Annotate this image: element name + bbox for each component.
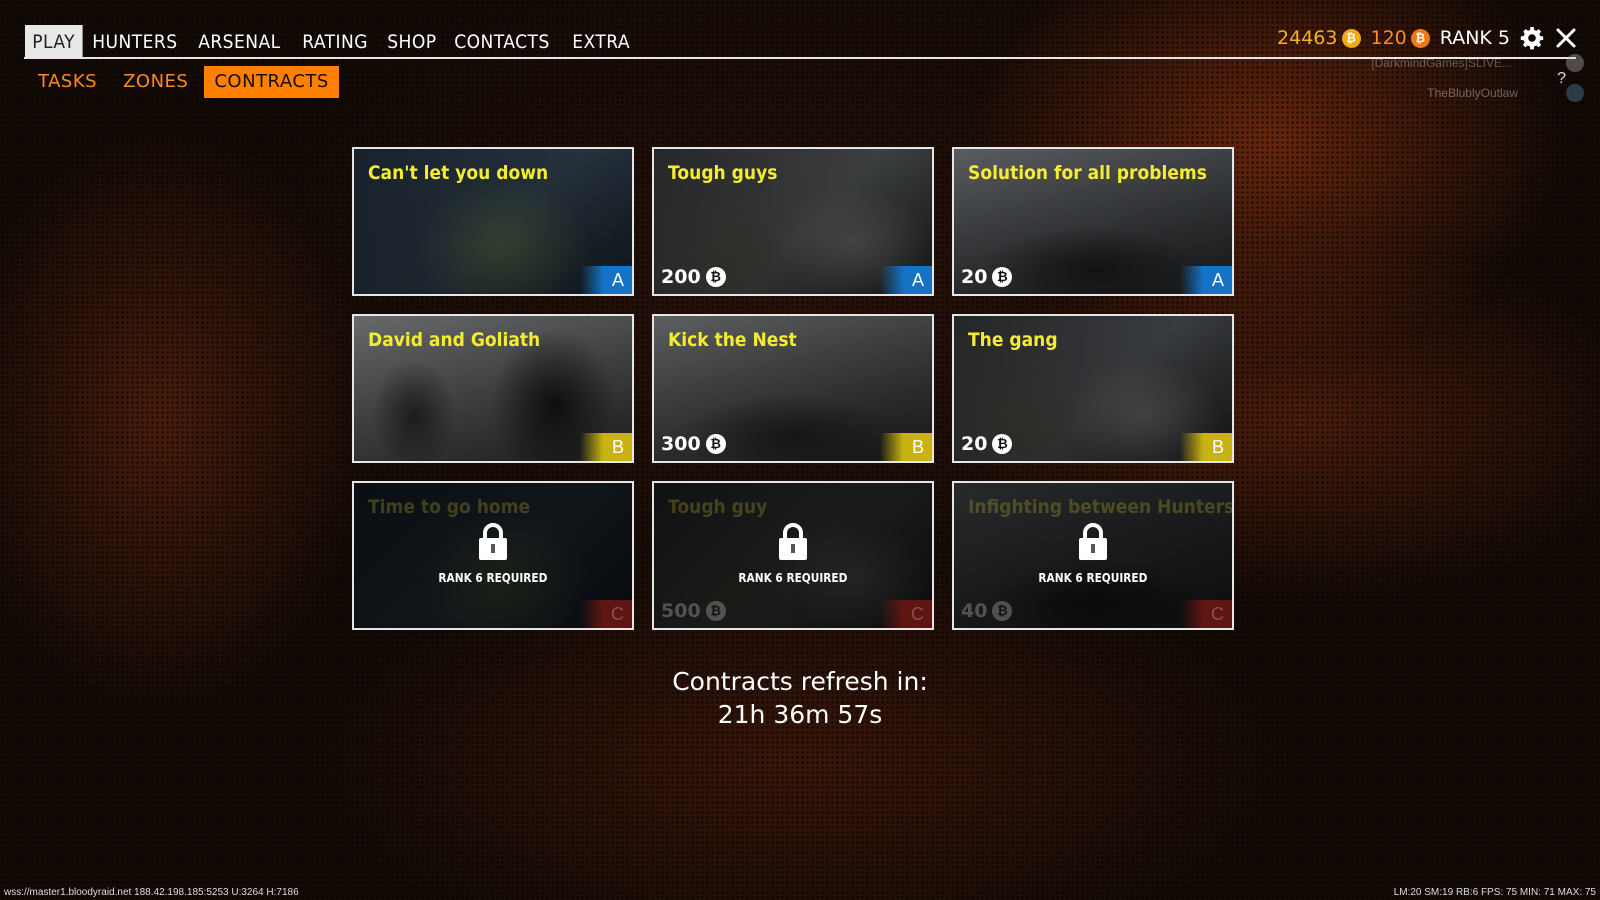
contract-title: Tough guys (668, 162, 778, 184)
contract-card[interactable]: Can't let you down A (352, 147, 634, 296)
contract-title: Kick the Nest (668, 329, 797, 351)
stream-username: [DarkmindGames]SLIVE... (1371, 56, 1512, 70)
close-icon[interactable] (1554, 26, 1578, 50)
contract-reward: 20 ₿ (961, 266, 1013, 288)
grade-letter: C (611, 603, 624, 624)
contract-reward: 40 ₿ (961, 600, 1013, 622)
reward-amount: 40 (961, 600, 988, 622)
grade-badge: C (580, 600, 632, 628)
gold-coin-icon: ₿ (1341, 28, 1361, 48)
contract-card[interactable]: David and Goliath B (352, 314, 634, 463)
coin-icon: ₿ (992, 267, 1013, 287)
refresh-label: Contracts refresh in: (672, 667, 928, 696)
stream-username-2: TheBlublyOutlaw (1427, 86, 1518, 100)
contract-title: David and Goliath (368, 329, 541, 351)
contract-title: Solution for all problems (968, 162, 1207, 184)
reward-amount: 20 (961, 266, 988, 288)
contract-reward: 20 ₿ (961, 433, 1013, 455)
tab-tasks[interactable]: TASKS (28, 66, 107, 98)
coin-icon: ₿ (992, 434, 1013, 454)
header-right: 24463 ₿ 120 ₿ RANK 5 (1277, 26, 1578, 50)
nav-arsenal[interactable]: ARSENAL (191, 25, 288, 58)
lock-overlay: RANK 6 REQUIRED (954, 521, 1232, 585)
contract-reward: 500 ₿ (661, 600, 726, 622)
help-icon[interactable]: ? (1557, 70, 1566, 88)
tab-contracts[interactable]: CONTRACTS (204, 66, 339, 98)
grade-letter: B (1211, 436, 1224, 457)
grade-badge: A (880, 266, 932, 294)
contract-reward: 200 ₿ (661, 266, 726, 288)
lock-icon (479, 523, 507, 560)
orange-balance: 120 ₿ (1371, 27, 1430, 49)
rank-requirement: RANK 6 REQUIRED (438, 571, 548, 585)
grade-letter: A (611, 269, 624, 290)
nav-contacts[interactable]: CONTACTS (447, 25, 557, 58)
contract-card[interactable]: The gang 20 ₿ B (952, 314, 1234, 463)
nav-play[interactable]: PLAY (25, 25, 83, 58)
contract-card[interactable]: Solution for all problems 20 ₿ A (952, 147, 1234, 296)
player-rank: RANK 5 (1439, 27, 1510, 49)
contract-title: Can't let you down (368, 162, 549, 184)
contract-card[interactable]: Kick the Nest 300 ₿ B (652, 314, 934, 463)
contracts-grid: Can't let you down A Tough guys 200 ₿ A Soluti… (352, 147, 1234, 630)
grade-badge: B (880, 433, 932, 461)
reward-amount: 300 (661, 433, 701, 455)
reward-amount: 200 (661, 266, 701, 288)
gear-icon[interactable] (1520, 26, 1544, 50)
contract-title: Infighting between Hunters (968, 496, 1234, 518)
nav-shop[interactable]: SHOP (380, 25, 444, 58)
grade-letter: C (1211, 603, 1224, 624)
coin-icon: ₿ (705, 434, 726, 454)
contract-card[interactable]: Time to go home C RANK 6 REQUIRED (352, 481, 634, 630)
grade-letter: A (1211, 269, 1224, 290)
nav-extra[interactable]: EXTRA (565, 25, 637, 58)
grade-badge: A (580, 266, 632, 294)
sub-nav: TASKS ZONES CONTRACTS (28, 66, 345, 98)
grade-badge: C (880, 600, 932, 628)
contract-title: Tough guy (668, 496, 768, 518)
grade-letter: A (911, 269, 924, 290)
refresh-time: 21h 36m 57s (717, 700, 883, 729)
perf-stats: LM:20 SM:19 RB:6 FPS: 75 MIN: 71 MAX: 75 (1393, 887, 1596, 898)
coin-icon: ₿ (992, 601, 1013, 621)
rank-requirement: RANK 6 REQUIRED (1038, 571, 1148, 585)
contract-card[interactable]: Tough guys 200 ₿ A (652, 147, 934, 296)
contract-title: Time to go home (368, 496, 531, 518)
grade-badge: A (1180, 266, 1232, 294)
reward-amount: 500 (661, 600, 701, 622)
stream-avatar (1566, 54, 1584, 72)
contract-card[interactable]: Infighting between Hunters 40 ₿ C RANK 6 REQ… (952, 481, 1234, 630)
grade-letter: B (611, 436, 624, 457)
lock-overlay: RANK 6 REQUIRED (654, 521, 932, 585)
contract-reward: 300 ₿ (661, 433, 726, 455)
grade-badge: B (1180, 433, 1232, 461)
contract-card[interactable]: Tough guy 500 ₿ C RANK 6 REQUIRED (652, 481, 934, 630)
grade-badge: B (580, 433, 632, 461)
gold-balance: 24463 ₿ (1277, 27, 1361, 49)
coin-icon: ₿ (705, 601, 726, 621)
stream-avatar-2 (1566, 84, 1584, 102)
connection-status: wss://master1.bloodyraid.net 188.42.198.… (4, 887, 299, 898)
lock-icon (779, 523, 807, 560)
tab-zones[interactable]: ZONES (113, 66, 198, 98)
grade-letter: C (911, 603, 924, 624)
orange-amount: 120 (1370, 27, 1407, 49)
gold-amount: 24463 (1277, 27, 1338, 49)
orange-coin-icon: ₿ (1410, 28, 1430, 48)
lock-icon (1079, 523, 1107, 560)
contract-title: The gang (968, 329, 1058, 351)
grade-letter: B (911, 436, 924, 457)
refresh-timer: Contracts refresh in: 21h 36m 57s (0, 665, 1600, 731)
nav-rating[interactable]: RATING (295, 25, 375, 58)
reward-amount: 20 (961, 433, 988, 455)
grade-badge: C (1180, 600, 1232, 628)
rank-requirement: RANK 6 REQUIRED (738, 571, 848, 585)
lock-overlay: RANK 6 REQUIRED (354, 521, 632, 585)
coin-icon: ₿ (705, 267, 726, 287)
main-nav: PLAY HUNTERS ARSENAL RATING SHOP CONTACT… (25, 25, 641, 58)
nav-hunters[interactable]: HUNTERS (85, 25, 185, 58)
